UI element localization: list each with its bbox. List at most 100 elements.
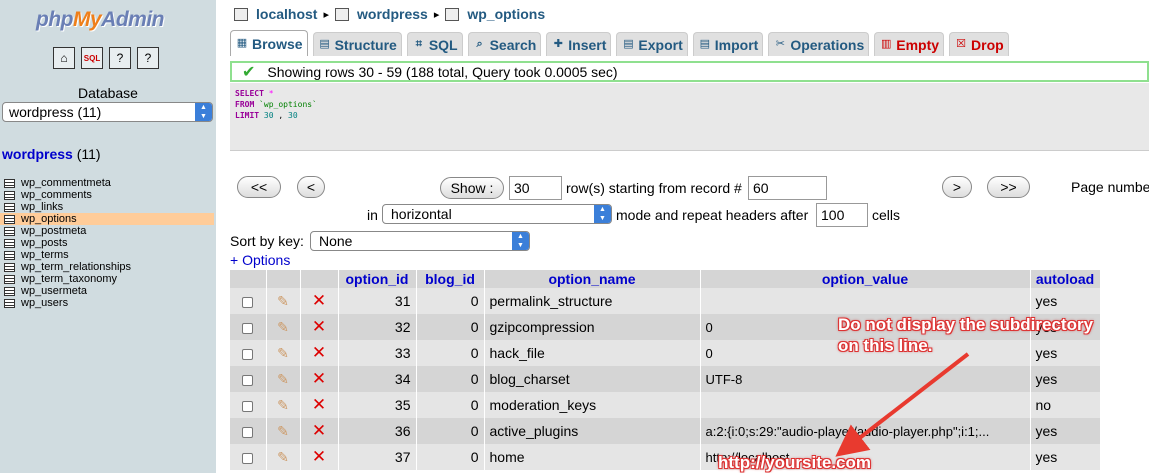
navigation-sidebar: phpMyAdmin ⌂ SQL ? ? Database wordpress …	[0, 0, 216, 473]
cell-autoload: yes	[1030, 340, 1101, 366]
row-checkbox-cell	[230, 314, 267, 340]
repeat-headers-input[interactable]: 100	[816, 203, 868, 227]
row-checkbox[interactable]	[242, 348, 254, 360]
delete-x-icon[interactable]: ✕	[312, 395, 326, 414]
sidebar-table-item[interactable]: wp_usermeta	[0, 285, 214, 297]
sidebar-table-item[interactable]: wp_term_taxonomy	[0, 273, 214, 285]
delete-x-icon[interactable]: ✕	[312, 447, 326, 466]
prev-page-button[interactable]: <	[297, 176, 325, 198]
start-record-input[interactable]: 60	[748, 176, 827, 200]
cell-option-value: UTF-8	[700, 366, 1031, 392]
row-checkbox[interactable]	[242, 322, 254, 334]
tab-sql[interactable]: ⌗ SQL	[406, 32, 463, 56]
sort-label: Sort by key:	[230, 233, 304, 249]
tab-export[interactable]: ▤ Export	[616, 32, 688, 56]
tab-icon: ✚	[553, 38, 563, 50]
cell-option-value: a:2:{i:0;s:29:"audio-player/audio-player…	[700, 418, 1031, 444]
database-icon	[335, 7, 349, 21]
sidebar-table-item[interactable]: wp_links	[0, 201, 214, 213]
tab-icon: ⌗	[415, 38, 422, 50]
logo-php: php	[36, 8, 73, 31]
row-edit-cell: ✎	[266, 288, 301, 314]
sidebar-table-item[interactable]: wp_postmeta	[0, 225, 214, 237]
tab-drop[interactable]: ☒ Drop	[949, 32, 1009, 56]
pencil-icon[interactable]: ✎	[277, 423, 289, 439]
cell-option-id: 34	[338, 366, 417, 392]
row-checkbox-cell	[230, 366, 267, 392]
column-header-option_value[interactable]: option_value	[700, 270, 1031, 288]
column-header-option_id[interactable]: option_id	[338, 270, 417, 288]
sidebar-db-link[interactable]: wordpress	[2, 146, 73, 162]
sidebar-table-item[interactable]: wp_posts	[0, 237, 214, 249]
row-checkbox[interactable]	[242, 452, 254, 464]
database-select[interactable]: wordpress (11) ▲ ▼	[2, 102, 213, 122]
pencil-icon[interactable]: ✎	[277, 319, 289, 335]
cell-blog-id: 0	[416, 366, 485, 392]
delete-x-icon[interactable]: ✕	[312, 317, 326, 336]
row-checkbox[interactable]	[242, 400, 254, 412]
pencil-icon[interactable]: ✎	[277, 371, 289, 387]
tab-label: Structure	[334, 36, 397, 53]
row-checkbox[interactable]	[242, 296, 254, 308]
tab-structure[interactable]: ▤ Structure	[312, 32, 402, 56]
options-link[interactable]: + Options	[230, 252, 290, 268]
cell-option-name: active_plugins	[484, 418, 701, 444]
phpmyadmin-logo[interactable]: phpMyAdmin	[36, 8, 164, 32]
query-window-icon[interactable]: ?	[109, 47, 131, 69]
sql-icon[interactable]: SQL	[81, 47, 103, 69]
cell-blog-id: 0	[416, 314, 485, 340]
annotation-url: http://yoursite.com	[718, 453, 872, 472]
table-row: ✎ ✕ 36 0 active_plugins a:2:{i:0;s:29:"audio-…	[230, 418, 1101, 444]
breadcrumb-database[interactable]: wordpress	[357, 6, 428, 22]
tab-import[interactable]: ▤ Import	[692, 32, 764, 56]
cell-option-id: 33	[338, 340, 417, 366]
sidebar-table-item[interactable]: wp_term_relationships	[0, 261, 214, 273]
delete-x-icon[interactable]: ✕	[312, 421, 326, 440]
tab-operations[interactable]: ✂ Operations	[768, 32, 870, 56]
checkmark-icon: ✔	[242, 63, 256, 81]
column-header-blog_id[interactable]: blog_id	[416, 270, 485, 288]
column-header-autoload[interactable]: autoload	[1030, 270, 1101, 288]
pencil-icon[interactable]: ✎	[277, 345, 289, 361]
docs-icon[interactable]: ?	[137, 47, 159, 69]
row-checkbox[interactable]	[242, 426, 254, 438]
database-select-value: wordpress (11)	[9, 104, 102, 120]
cell-option-name: gzipcompression	[484, 314, 701, 340]
table-icon	[4, 286, 15, 296]
rows-count-input[interactable]: 30	[509, 176, 562, 200]
tab-empty[interactable]: ▥ Empty	[874, 32, 945, 56]
delete-x-icon[interactable]: ✕	[312, 343, 326, 362]
breadcrumb-table[interactable]: wp_options	[467, 6, 545, 22]
next-page-button[interactable]: >	[942, 176, 972, 198]
sort-key-select[interactable]: None ▲ ▼	[310, 231, 530, 251]
sidebar-table-item[interactable]: wp_commentmeta	[0, 177, 214, 189]
column-header-option_name[interactable]: option_name	[484, 270, 701, 288]
home-icon[interactable]: ⌂	[53, 47, 75, 69]
tab-search[interactable]: ⌕ Search	[467, 32, 542, 56]
show-button[interactable]: Show :	[440, 177, 504, 199]
pencil-icon[interactable]: ✎	[277, 397, 289, 413]
sidebar-table-item[interactable]: wp_options	[0, 213, 214, 225]
row-delete-cell: ✕	[300, 288, 339, 314]
breadcrumb-server[interactable]: localhost	[256, 6, 317, 22]
delete-x-icon[interactable]: ✕	[312, 369, 326, 388]
pencil-icon[interactable]: ✎	[277, 449, 289, 465]
row-checkbox-cell	[230, 340, 267, 366]
delete-x-icon[interactable]: ✕	[312, 291, 326, 310]
last-page-button[interactable]: >>	[987, 176, 1030, 198]
cell-blog-id: 0	[416, 418, 485, 444]
sidebar-table-item[interactable]: wp_users	[0, 297, 214, 309]
tab-icon: ☒	[956, 38, 966, 50]
tab-browse[interactable]: ▦ Browse	[230, 30, 308, 56]
tab-icon: ⌕	[476, 38, 483, 50]
pencil-icon[interactable]: ✎	[277, 293, 289, 309]
first-page-button[interactable]: <<	[237, 176, 281, 198]
sidebar-db-title: wordpress (11)	[2, 146, 101, 162]
row-checkbox[interactable]	[242, 374, 254, 386]
header-delete-col	[300, 270, 339, 288]
tab-insert[interactable]: ✚ Insert	[546, 32, 612, 56]
sidebar-table-item[interactable]: wp_terms	[0, 249, 214, 261]
sql-punct: ,	[278, 111, 284, 120]
display-mode-select[interactable]: horizontal ▲ ▼	[382, 204, 612, 224]
sidebar-table-item[interactable]: wp_comments	[0, 189, 214, 201]
